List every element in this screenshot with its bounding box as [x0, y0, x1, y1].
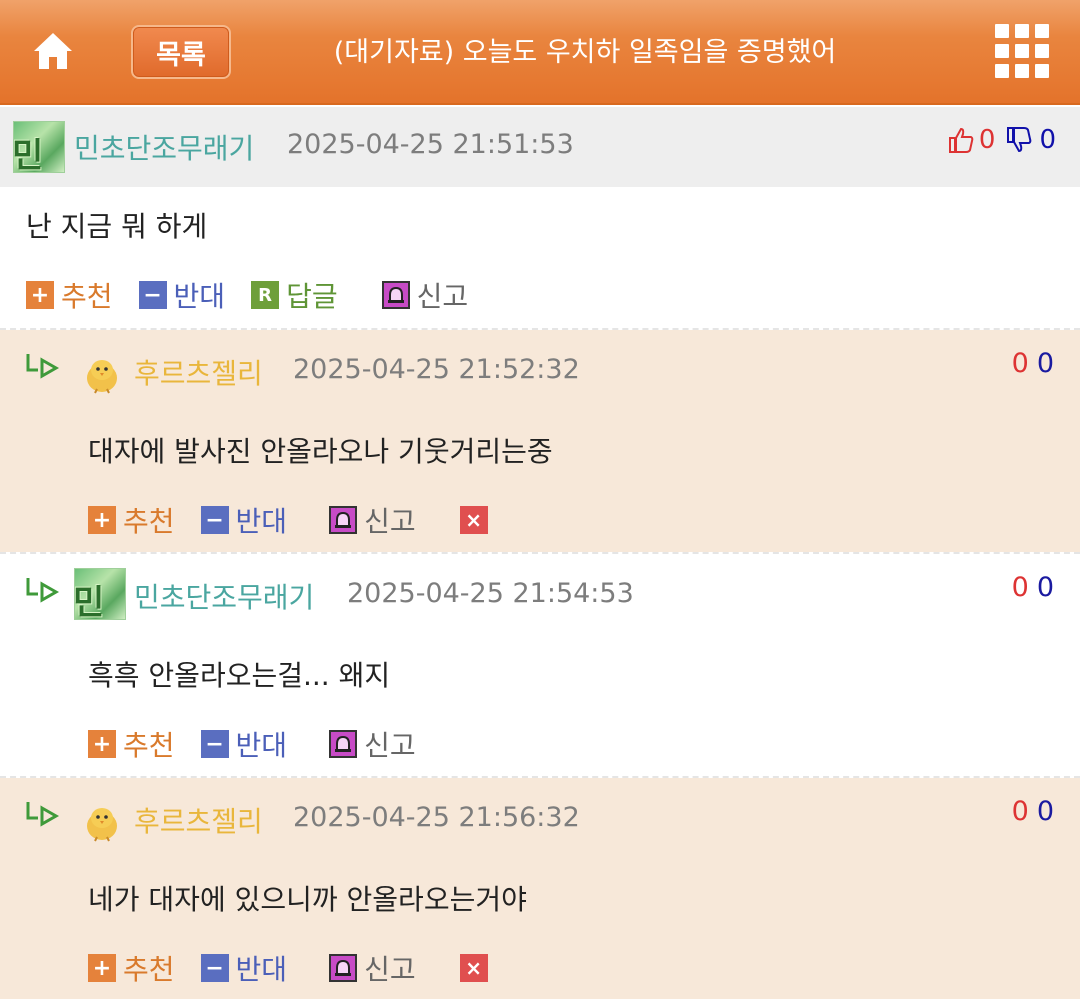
home-icon[interactable]	[30, 28, 76, 74]
minus-icon: −	[138, 281, 167, 309]
comment-text: 난 지금 뭐 하게	[26, 210, 208, 243]
siren-icon	[329, 954, 358, 982]
chick-avatar	[87, 360, 117, 394]
siren-icon	[381, 281, 410, 309]
close-icon: ×	[459, 954, 488, 982]
reply-icon: R	[251, 281, 280, 309]
comment-time: 2025-04-25 21:51:53	[287, 129, 574, 160]
comment-author[interactable]: 민초단조무래기	[134, 576, 314, 616]
plus-icon: +	[26, 281, 54, 309]
comment-author[interactable]: 민초단조무래기	[74, 127, 254, 167]
comment-time: 2025-04-25 21:52:32	[293, 354, 580, 385]
plus-icon: +	[88, 730, 116, 758]
avatar: 민초	[13, 121, 65, 173]
plus-icon: +	[88, 954, 116, 982]
comment-votes: 0 0	[947, 125, 1056, 155]
delete-button[interactable]: ×	[459, 506, 495, 534]
comment-header: 민초 민초단조무래기 2025-04-25 21:51:53 0 0	[0, 107, 1080, 187]
comment-text: 흑흑 안올라오는걸... 왜지	[88, 659, 391, 692]
downvote-count: 0	[1036, 348, 1054, 379]
comment-votes: 00	[1012, 796, 1054, 827]
siren-icon	[329, 506, 358, 534]
delete-button[interactable]: ×	[459, 954, 495, 982]
siren-icon	[329, 730, 358, 758]
minus-icon: −	[200, 730, 229, 758]
comment-actions: + 추천 − 반대 신고	[88, 724, 442, 764]
downvote-count: 0	[1036, 572, 1054, 603]
upvote-count: 0	[1011, 572, 1029, 603]
thumbs-down-icon[interactable]	[1005, 126, 1033, 154]
comment-actions: + 추천 − 반대 신고 ×	[88, 500, 521, 540]
upvote-count: 0	[1011, 348, 1029, 379]
comment-votes: 00	[1012, 572, 1054, 603]
downvote-count: 0	[1036, 796, 1054, 827]
plus-icon: +	[88, 506, 116, 534]
comment-votes: 00	[1012, 348, 1054, 379]
upvote-count: 0	[978, 125, 996, 155]
oppose-button[interactable]: − 반대	[200, 724, 287, 764]
comment-text: 네가 대자에 있으니까 안올라오는거야	[88, 883, 527, 916]
chick-avatar	[87, 808, 117, 842]
reply-comment: 후르츠젤리 2025-04-25 21:52:32 00 대자에 발사진 안올라…	[0, 330, 1080, 552]
reply-arrow-icon	[26, 578, 60, 603]
minus-icon: −	[200, 506, 229, 534]
reply-button[interactable]: R 답글	[251, 275, 338, 315]
grid-menu-icon[interactable]	[995, 24, 1049, 78]
reply-arrow-icon	[26, 802, 60, 827]
report-button[interactable]: 신고	[329, 500, 416, 540]
recommend-button[interactable]: + 추천	[88, 948, 175, 988]
recommend-button[interactable]: + 추천	[26, 275, 113, 315]
comment-time: 2025-04-25 21:54:53	[347, 578, 634, 609]
report-button[interactable]: 신고	[329, 724, 416, 764]
close-icon: ×	[459, 506, 488, 534]
list-button[interactable]: 목록	[131, 25, 231, 79]
reply-arrow-icon	[26, 354, 60, 379]
top-bar: 목록 (대기자료) 오늘도 우치하 일족임을 증명했어	[0, 0, 1080, 105]
reply-comment: 민초 민초단조무래기 2025-04-25 21:54:53 00 흑흑 안올라…	[0, 554, 1080, 776]
comment-actions: + 추천 − 반대 신고 ×	[88, 948, 521, 988]
comment-actions: + 추천 − 반대 R 답글 신고	[26, 275, 494, 315]
recommend-button[interactable]: + 추천	[88, 500, 175, 540]
oppose-button[interactable]: − 반대	[138, 275, 225, 315]
reply-comment: 후르츠젤리 2025-04-25 21:56:32 00 네가 대자에 있으니까…	[0, 778, 1080, 999]
comment-author[interactable]: 후르츠젤리	[134, 352, 263, 392]
comment-time: 2025-04-25 21:56:32	[293, 802, 580, 833]
upvote-count: 0	[1011, 796, 1029, 827]
comment-text: 대자에 발사진 안올라오나 기웃거리는중	[88, 435, 553, 468]
oppose-button[interactable]: − 반대	[200, 500, 287, 540]
comment-author[interactable]: 후르츠젤리	[134, 800, 263, 840]
oppose-button[interactable]: − 반대	[200, 948, 287, 988]
report-button[interactable]: 신고	[381, 275, 468, 315]
recommend-button[interactable]: + 추천	[88, 724, 175, 764]
downvote-count: 0	[1039, 125, 1056, 155]
report-button[interactable]: 신고	[329, 948, 416, 988]
thumbs-up-icon[interactable]	[947, 126, 975, 154]
avatar: 민초	[74, 568, 126, 620]
minus-icon: −	[200, 954, 229, 982]
page-title: (대기자료) 오늘도 우치하 일족임을 증명했어	[333, 37, 837, 68]
